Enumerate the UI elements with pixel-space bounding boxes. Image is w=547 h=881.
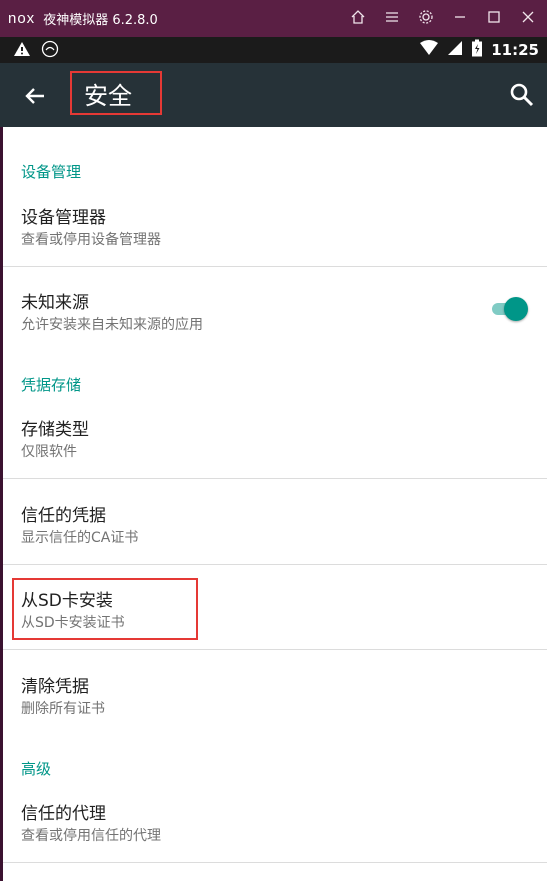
settings-gear-icon[interactable] [417,9,435,29]
emulator-title-bar: nox 夜神模拟器 6.2.8.0 [0,0,547,37]
item-title: 信任的凭据 [21,506,106,526]
item-title: 从SD卡安装 [21,591,113,611]
item-title: 设备管理器 [21,208,106,228]
toggle-thumb [504,297,528,321]
status-time: 11:25 [491,41,539,59]
item-subtitle: 从SD卡安装证书 [21,615,125,631]
cellular-signal-icon [447,40,463,60]
item-title: 存储类型 [21,420,89,440]
section-header-device-admin: 设备管理 [21,163,82,181]
item-subtitle: 显示信任的CA证书 [21,530,139,546]
item-title: 清除凭据 [21,677,89,697]
section-header-advanced: 高级 [21,760,52,778]
nox-logo: nox [8,10,36,27]
menu-icon[interactable] [383,9,401,29]
divider [3,649,547,650]
search-icon[interactable] [509,82,535,108]
divider [3,478,547,479]
maximize-icon[interactable] [485,9,503,29]
warning-icon [13,41,31,61]
nox-notification-icon [41,40,59,62]
divider [3,862,547,863]
item-title: 未知来源 [21,293,89,313]
wifi-icon [419,40,439,60]
item-title: 信任的代理 [21,804,106,824]
divider [3,564,547,565]
status-indicators: 11:25 [419,39,539,61]
window-left-edge [0,127,3,881]
emulator-window-controls [349,0,537,37]
battery-icon [471,39,483,61]
back-arrow-icon[interactable] [20,81,50,111]
item-subtitle: 仅限软件 [21,444,77,460]
close-icon[interactable] [519,9,537,29]
item-subtitle: 查看或停用信任的代理 [21,828,161,844]
page-title: 安全 [84,82,132,110]
item-subtitle: 删除所有证书 [21,701,105,717]
android-status-bar: 11:25 [0,37,547,63]
divider [3,266,547,267]
action-bar: 安全 [0,63,547,127]
minimize-icon[interactable] [451,9,469,29]
home-icon[interactable] [349,9,367,29]
item-subtitle: 查看或停用设备管理器 [21,232,161,248]
unknown-sources-toggle[interactable] [490,296,530,321]
section-header-credential-storage: 凭据存储 [21,376,82,394]
item-subtitle: 允许安装来自未知来源的应用 [21,317,203,333]
emulator-title: 夜神模拟器 6.2.8.0 [43,13,158,28]
status-notifications [13,40,59,62]
